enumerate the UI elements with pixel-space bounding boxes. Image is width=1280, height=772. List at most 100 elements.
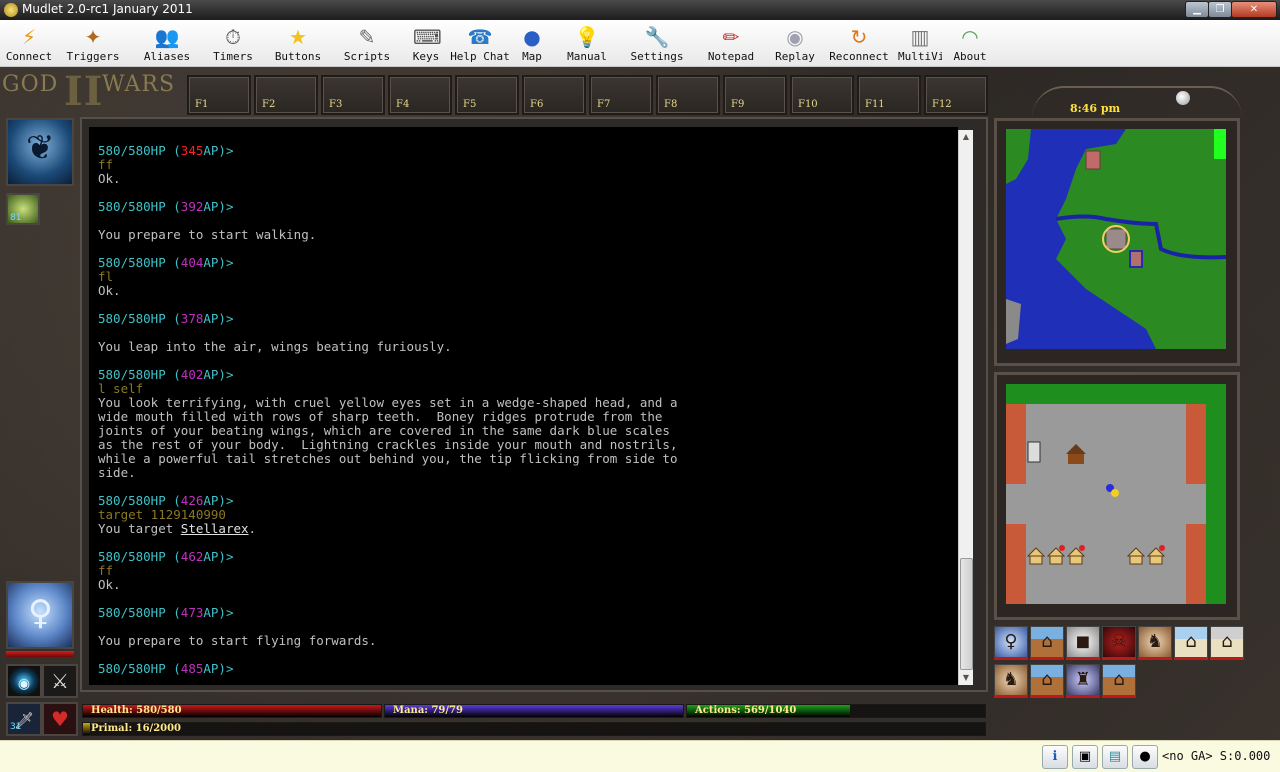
console-text: 580/580HP ( — [98, 493, 181, 508]
console-line: joints of your beating wings, which are … — [98, 424, 670, 438]
help-chat-icon: ☎ — [467, 25, 493, 49]
toolbar-buttons-label: Buttons — [274, 50, 322, 63]
function-key-f11[interactable]: F11 — [857, 75, 921, 115]
entity-health-bar — [1066, 695, 1100, 698]
crossed-swords-slot[interactable]: ⚔ — [42, 664, 78, 698]
function-key-f7[interactable]: F7 — [589, 75, 653, 115]
function-key-f8[interactable]: F8 — [656, 75, 720, 115]
info-button[interactable]: ℹ — [1042, 745, 1068, 769]
record-button[interactable]: ● — [1132, 745, 1158, 769]
toolbar-timers-button[interactable]: ⏱ Timers — [205, 23, 261, 65]
function-key-f10[interactable]: F10 — [790, 75, 854, 115]
console-text: You leap into the air, wings beating fur… — [98, 339, 452, 354]
function-key-f2[interactable]: F2 — [254, 75, 318, 115]
console-text: AP)> — [203, 661, 234, 676]
function-key-label: F2 — [262, 99, 276, 110]
maximize-button[interactable]: ❐ — [1208, 1, 1232, 18]
toolbar-about-button[interactable]: ◠ About — [948, 23, 992, 65]
scroll-down-arrow-icon[interactable]: ▼ — [959, 671, 973, 685]
toolbar-triggers-button[interactable]: ✦ Triggers — [60, 23, 126, 65]
function-key-f9[interactable]: F9 — [723, 75, 787, 115]
mana-bar: Mana: 79/79 — [384, 704, 684, 718]
toolbar-reconnect-button[interactable]: ↻ Reconnect — [826, 23, 892, 65]
toolbar-replay-label: Replay — [775, 50, 815, 63]
companion-avatar[interactable]: 81 — [6, 193, 40, 225]
toolbar-scripts-button[interactable]: ✎ Scripts — [336, 23, 398, 65]
function-key-f12[interactable]: F12 — [924, 75, 988, 115]
toolbar-reconnect-label: Reconnect — [829, 50, 889, 63]
connect-icon: ⚡ — [21, 25, 37, 49]
local-room-map[interactable] — [1006, 384, 1226, 604]
toolbar-buttons-button[interactable]: ★ Buttons — [268, 23, 328, 65]
toolbar-settings-button[interactable]: 🔧 Settings — [622, 23, 692, 65]
function-key-label: F7 — [597, 99, 611, 110]
console-line: 580/580HP (473AP)> — [98, 606, 233, 620]
toolbar-replay-button[interactable]: ◉ Replay — [767, 23, 823, 65]
entity-tower[interactable]: ♜ — [1066, 664, 1100, 696]
console-text: AP)> — [203, 605, 234, 620]
target-name-link[interactable]: Stellarex — [181, 521, 249, 536]
function-key-f6[interactable]: F6 — [522, 75, 586, 115]
multiview-icon: ▥ — [910, 25, 930, 49]
console-text: 378 — [180, 311, 204, 326]
game-logo: GOD II WARS — [2, 68, 182, 115]
world-map[interactable] — [1006, 129, 1226, 349]
scroll-thumb[interactable] — [960, 558, 973, 670]
toolbar-notepad-button[interactable]: ✏ Notepad — [700, 23, 762, 65]
toolbar-help-chat-button[interactable]: ☎ Help Chat — [450, 23, 510, 65]
function-key-f5[interactable]: F5 — [455, 75, 519, 115]
toolbar-aliases-button[interactable]: 👥 Aliases — [136, 23, 198, 65]
spirit-avatar-portrait[interactable]: ♀ — [6, 581, 74, 649]
entity-horse-2[interactable]: ♞ — [994, 664, 1028, 696]
window-title: Mudlet 2.0-rc1 January 2011 — [22, 2, 193, 16]
console-line: 580/580HP (378AP)> — [98, 312, 233, 326]
main-toolbar: ⚡ Connect ✦ Triggers 👥 Aliases ⏱ Timers ★ Buttons… — [0, 20, 1280, 67]
spirit-health-bar — [6, 651, 74, 657]
entity-cottage-3[interactable]: ⌂ — [1102, 664, 1136, 696]
entity-horse[interactable]: ♞ — [1138, 626, 1172, 658]
toolbar-about-label: About — [953, 50, 987, 63]
toolbar-multiview-button[interactable]: ▥MultiView — [898, 23, 942, 65]
console-text: ff — [98, 157, 114, 172]
heart-slot[interactable]: ♥ — [42, 702, 78, 736]
console-line: fl — [98, 270, 113, 284]
console-text: . — [248, 521, 257, 536]
function-key-f1[interactable]: F1 — [187, 75, 251, 115]
function-key-label: F12 — [932, 99, 952, 110]
window-titlebar: Mudlet 2.0-rc1 January 2011 ▁ ❐ ✕ — [0, 0, 1280, 20]
entity-cottage-2[interactable]: ⌂ — [1030, 664, 1064, 696]
toolbar-keys-button[interactable]: ⌨ Keys — [406, 23, 446, 65]
toolbar-connect-label: Connect — [5, 50, 53, 63]
function-key-f4[interactable]: F4 — [388, 75, 452, 115]
main-console-output[interactable]: 580/580HP (345AP)> ff Ok. 580/580HP (392AP)… — [89, 127, 958, 685]
entity-house[interactable]: ⌂ — [1174, 626, 1208, 658]
scroll-up-arrow-icon[interactable]: ▲ — [959, 130, 973, 144]
minimize-button[interactable]: ▁ — [1185, 1, 1209, 18]
console-text: 580/580HP ( — [98, 143, 181, 158]
sword-slot[interactable]: 🗡 31 — [6, 702, 42, 736]
toolbar-connect-button[interactable]: ⚡ Connect — [2, 23, 56, 65]
dragon-avatar-portrait[interactable]: ❦ — [6, 118, 74, 186]
entity-spirit[interactable]: ♀ — [994, 626, 1028, 658]
console-scrollbar[interactable]: ▲ ▼ — [958, 130, 973, 685]
toolbar-timers-label: Timers — [213, 50, 253, 63]
toolbar-map-button[interactable]: ● Map — [514, 23, 550, 65]
entity-golem[interactable]: ◼ — [1066, 626, 1100, 658]
entity-cottage[interactable]: ⌂ — [1030, 626, 1064, 658]
monitor-button[interactable]: ▤ — [1102, 745, 1128, 769]
network-button[interactable]: ▣ — [1072, 745, 1098, 769]
close-button[interactable]: ✕ — [1231, 1, 1277, 18]
console-text: You prepare to start walking. — [98, 227, 317, 242]
notepad-icon: ✏ — [722, 25, 740, 49]
entity-stable[interactable]: ⌂ — [1210, 626, 1244, 658]
eye-ability-slot[interactable]: ◉ — [6, 664, 42, 698]
console-line: Ok. — [98, 578, 121, 592]
entity-demon[interactable]: ☠ — [1102, 626, 1136, 658]
console-text: while a powerful tail stretches out behi… — [98, 451, 678, 466]
console-text: AP)> — [203, 311, 234, 326]
heart-icon: ♥ — [51, 707, 69, 731]
function-key-f3[interactable]: F3 — [321, 75, 385, 115]
toolbar-manual-button[interactable]: 💡 Manual — [558, 23, 616, 65]
crossed-swords-icon: ⚔ — [51, 669, 69, 693]
toolbar-map-label: Map — [522, 50, 542, 63]
